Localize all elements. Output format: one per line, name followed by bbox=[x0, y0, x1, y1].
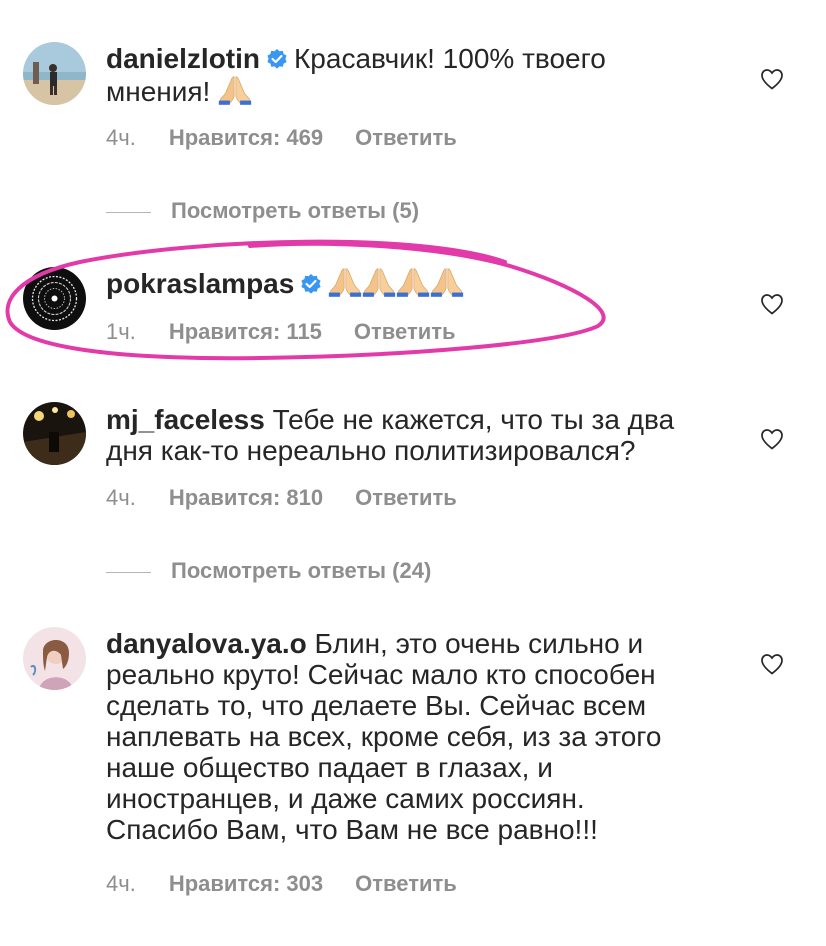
avatar[interactable] bbox=[23, 267, 86, 330]
likes-count[interactable]: Нравится: 303 bbox=[169, 871, 323, 896]
avatar[interactable] bbox=[23, 627, 86, 690]
likes-count[interactable]: Нравится: 469 bbox=[169, 125, 323, 150]
folded-hands-emoji-icon bbox=[430, 266, 464, 297]
comment-meta: 1ч. Нравится: 115 Ответить bbox=[106, 319, 456, 345]
divider-line bbox=[106, 211, 151, 213]
verified-badge-icon bbox=[300, 273, 322, 295]
heart-outline-icon[interactable] bbox=[760, 428, 784, 450]
comment-body-line: реально круто! Сейчас мало кто способен bbox=[106, 659, 656, 690]
comment-body-line: наше общество падает в глазах, и bbox=[106, 752, 553, 783]
folded-hands-emoji-icon bbox=[218, 74, 252, 105]
comment-meta: 4ч. Нравится: 469 Ответить bbox=[106, 125, 457, 151]
comment-text: danyalova.ya.o Блин, это очень сильно и … bbox=[106, 628, 706, 845]
likes-count[interactable]: Нравится: 115 bbox=[169, 319, 322, 344]
comment-body-line: Спасибо Вам, что Вам не все равно!!! bbox=[106, 814, 598, 845]
likes-count[interactable]: Нравится: 810 bbox=[169, 485, 323, 510]
comment-meta: 4ч. Нравится: 303 Ответить bbox=[106, 871, 457, 897]
comment-body-line: сделать то, что делаете Вы. Сейчас всем bbox=[106, 690, 647, 721]
reply-button[interactable]: Ответить bbox=[354, 319, 456, 344]
black-circle-lettering-avatar-icon bbox=[23, 267, 86, 330]
reply-button[interactable]: Ответить bbox=[355, 125, 457, 150]
verified-badge-icon bbox=[266, 48, 288, 70]
comment-time: 4ч. bbox=[106, 125, 136, 150]
reply-button[interactable]: Ответить bbox=[355, 871, 457, 896]
reply-button[interactable]: Ответить bbox=[355, 485, 457, 510]
avatar[interactable] bbox=[23, 402, 86, 465]
comment-username[interactable]: mj_faceless bbox=[106, 404, 265, 435]
divider-line bbox=[106, 571, 151, 573]
avatar[interactable] bbox=[23, 42, 86, 105]
folded-hands-emoji-icon bbox=[362, 266, 396, 297]
comment-time: 4ч. bbox=[106, 485, 136, 510]
view-replies-label: Посмотреть ответы (24) bbox=[171, 558, 432, 583]
comment-body-line: дня как-то нереально политизировался? bbox=[106, 435, 636, 466]
comment-body-line: иностранцев, и даже самих россиян. bbox=[106, 783, 585, 814]
folded-hands-emoji-icon bbox=[396, 266, 430, 297]
girl-illustration-avatar-icon bbox=[23, 627, 86, 690]
beach-photo-avatar-icon bbox=[23, 42, 86, 105]
view-replies-label: Посмотреть ответы (5) bbox=[171, 198, 420, 223]
view-replies-button[interactable]: Посмотреть ответы (5) bbox=[106, 198, 419, 224]
comment-body: Блин, это очень сильно и bbox=[314, 628, 644, 659]
comment-text: mj_faceless Тебе не кажется, что ты за д… bbox=[106, 404, 706, 466]
comment-body: Красавчик! 100% твоего bbox=[294, 43, 606, 74]
comment-text: danielzlotin Красавчик! 100% твоего мнени… bbox=[106, 43, 706, 107]
folded-hands-emoji-icon bbox=[328, 266, 362, 297]
comment-username[interactable]: danyalova.ya.o bbox=[106, 628, 307, 659]
heart-outline-icon[interactable] bbox=[760, 653, 784, 675]
comment-meta: 4ч. Нравится: 810 Ответить bbox=[106, 485, 457, 511]
comment-time: 1ч. bbox=[106, 319, 136, 344]
view-replies-button[interactable]: Посмотреть ответы (24) bbox=[106, 558, 431, 584]
dark-stage-photo-avatar-icon bbox=[23, 402, 86, 465]
comment-username[interactable]: pokraslampas bbox=[106, 268, 294, 299]
heart-outline-icon[interactable] bbox=[760, 68, 784, 90]
comment-body-line: мнения! bbox=[106, 76, 219, 107]
comment-username[interactable]: danielzlotin bbox=[106, 43, 260, 74]
comment-body: Тебе не кажется, что ты за два bbox=[272, 404, 675, 435]
comment-body-line: наплевать на всех, кроме себя, из за это… bbox=[106, 721, 662, 752]
heart-outline-icon[interactable] bbox=[760, 293, 784, 315]
comment-text: pokraslampas bbox=[106, 266, 706, 299]
comment-time: 4ч. bbox=[106, 871, 136, 896]
